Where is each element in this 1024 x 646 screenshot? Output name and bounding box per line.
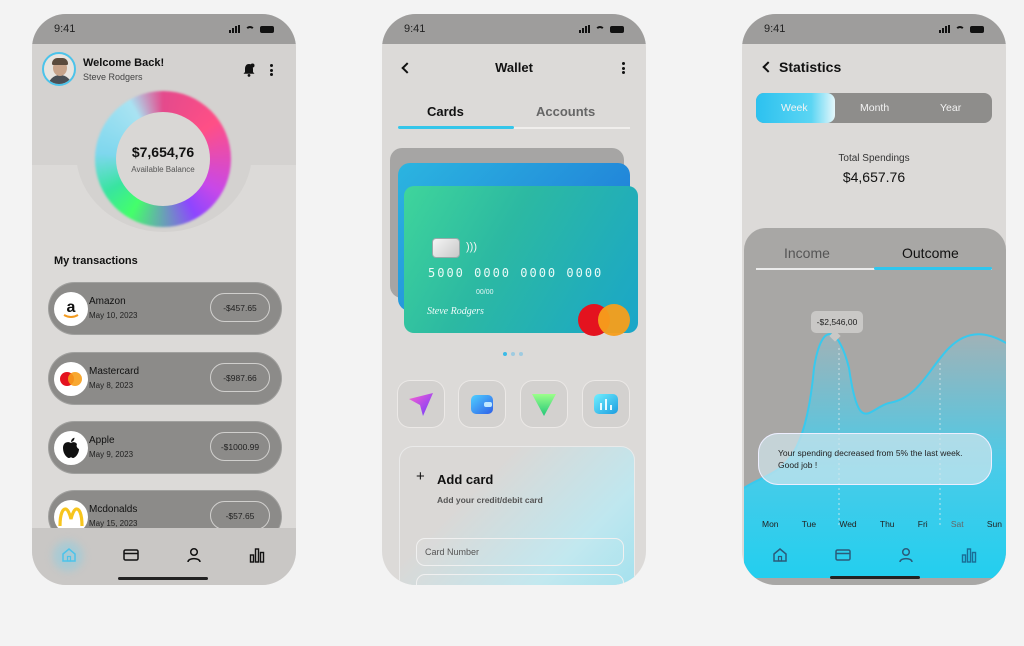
wifi-icon [245, 25, 255, 33]
battery-icon [970, 25, 984, 33]
card-icon[interactable] [123, 547, 139, 563]
user-icon[interactable] [898, 547, 914, 563]
card-details-input[interactable] [416, 574, 624, 585]
period-week[interactable]: Week [781, 102, 808, 114]
transaction-name: Amazon [89, 296, 126, 307]
status-time: 9:41 [54, 23, 76, 35]
chip-icon [432, 238, 460, 258]
wifi-icon [595, 25, 605, 33]
transaction-amount: -$457.65 [210, 293, 270, 322]
quick-action-wallet[interactable] [458, 380, 506, 428]
wifi-icon [955, 25, 965, 33]
add-card-subtitle: Add your credit/debit card [437, 495, 543, 505]
status-bar: 9:41 [382, 14, 646, 44]
signal-icon [939, 25, 950, 33]
transaction-date: May 10, 2023 [89, 311, 138, 320]
tab-income[interactable]: Income [784, 245, 830, 261]
user-name: Steve Rodgers [83, 72, 143, 82]
receive-icon [532, 394, 556, 416]
more-icon[interactable] [270, 64, 274, 76]
wallet-icon [471, 395, 493, 414]
chart-tooltip: -$2,546,00 [811, 311, 863, 333]
stats-icon [594, 394, 618, 414]
transaction-name: Mastercard [89, 366, 140, 377]
user-icon[interactable] [186, 547, 202, 563]
transaction-name: Mcdonalds [89, 504, 138, 515]
chart-icon[interactable] [249, 547, 265, 563]
bottom-nav [32, 528, 296, 585]
card-number: 5000 0000 0000 0000 [428, 266, 604, 280]
total-spendings-label: Total Spendings [838, 153, 910, 164]
status-bar: 9:41 [32, 14, 296, 44]
quick-action-stats[interactable] [582, 380, 630, 428]
add-card-panel: + Add card Add your credit/debit card [399, 446, 635, 585]
tab-cards[interactable]: Cards [427, 104, 464, 119]
status-time: 9:41 [404, 23, 426, 35]
period-year[interactable]: Year [940, 102, 961, 114]
welcome-text: Welcome Back! [83, 57, 165, 69]
balance-amount: $7,654,76 [131, 144, 195, 160]
card-holder: Steve Rodgers [427, 306, 484, 317]
period-selector: Week Month Year [756, 93, 992, 123]
transaction-date: May 9, 2023 [89, 450, 134, 459]
status-bar: 9:41 [742, 14, 1006, 44]
quick-action-send[interactable] [397, 380, 445, 428]
card-icon[interactable] [835, 547, 851, 563]
transaction-amount: -$57.65 [210, 501, 270, 530]
battery-icon [610, 25, 624, 33]
avatar[interactable] [42, 52, 76, 86]
bell-icon[interactable] [243, 63, 255, 77]
home-indicator [118, 577, 208, 580]
transactions-title: My transactions [54, 255, 138, 267]
transaction-amount: -$987.66 [210, 363, 270, 392]
transaction-amount: -$1000.99 [210, 432, 270, 461]
bottom-nav [742, 528, 1006, 585]
transaction-item[interactable]: a Amazon May 10, 2023 -$457.65 [48, 282, 282, 335]
statistics-screen: 9:41 Statistics Week Month Year Total Sp… [742, 14, 1006, 585]
total-spendings-value: $4,657.76 [842, 169, 906, 185]
transaction-name: Apple [89, 435, 115, 446]
svg-text:a: a [67, 299, 76, 316]
card-pager [503, 352, 523, 356]
signal-icon [229, 25, 240, 33]
back-icon[interactable] [762, 61, 774, 73]
transaction-date: May 8, 2023 [89, 381, 134, 390]
mastercard-logo [54, 362, 88, 396]
period-month[interactable]: Month [860, 102, 889, 114]
wallet-screen: 9:41 Wallet Cards Accounts ))) 5000 0000… [382, 14, 646, 585]
tab-outcome[interactable]: Outcome [902, 245, 959, 261]
contactless-icon: ))) [466, 241, 477, 253]
signal-icon [579, 25, 590, 33]
balance-label: Available Balance [131, 165, 195, 174]
send-icon [409, 393, 433, 416]
quick-action-receive[interactable] [520, 380, 568, 428]
credit-card[interactable]: ))) 5000 0000 0000 0000 00/00 Steve Rodg… [404, 186, 638, 336]
chart-icon[interactable] [961, 547, 977, 563]
battery-icon [260, 25, 274, 33]
add-card-title: Add card [437, 472, 494, 487]
transaction-item[interactable]: Mastercard May 8, 2023 -$987.66 [48, 352, 282, 405]
status-time: 9:41 [764, 23, 786, 35]
home-screen: 9:41 Welcome Back! Steve Rodgers $7,654,… [32, 14, 296, 585]
page-title: Statistics [779, 59, 842, 75]
card-number-input[interactable] [416, 538, 624, 566]
page-title: Wallet [495, 60, 533, 75]
tab-accounts[interactable]: Accounts [536, 104, 595, 119]
home-indicator [830, 576, 920, 579]
home-icon[interactable] [61, 547, 77, 563]
transaction-item[interactable]: Apple May 9, 2023 -$1000.99 [48, 421, 282, 474]
plus-icon[interactable]: + [416, 468, 425, 485]
mastercard-logo [578, 304, 630, 336]
more-icon[interactable] [622, 62, 626, 74]
amazon-logo: a [54, 292, 88, 326]
apple-logo [54, 431, 88, 465]
card-expiry: 00/00 [476, 289, 494, 296]
tab-active-indicator [398, 126, 514, 129]
tab-active-indicator [874, 267, 992, 270]
spending-message: Your spending decreased from 5% the last… [758, 433, 992, 485]
transaction-date: May 15, 2023 [89, 519, 138, 528]
home-icon[interactable] [772, 547, 788, 563]
